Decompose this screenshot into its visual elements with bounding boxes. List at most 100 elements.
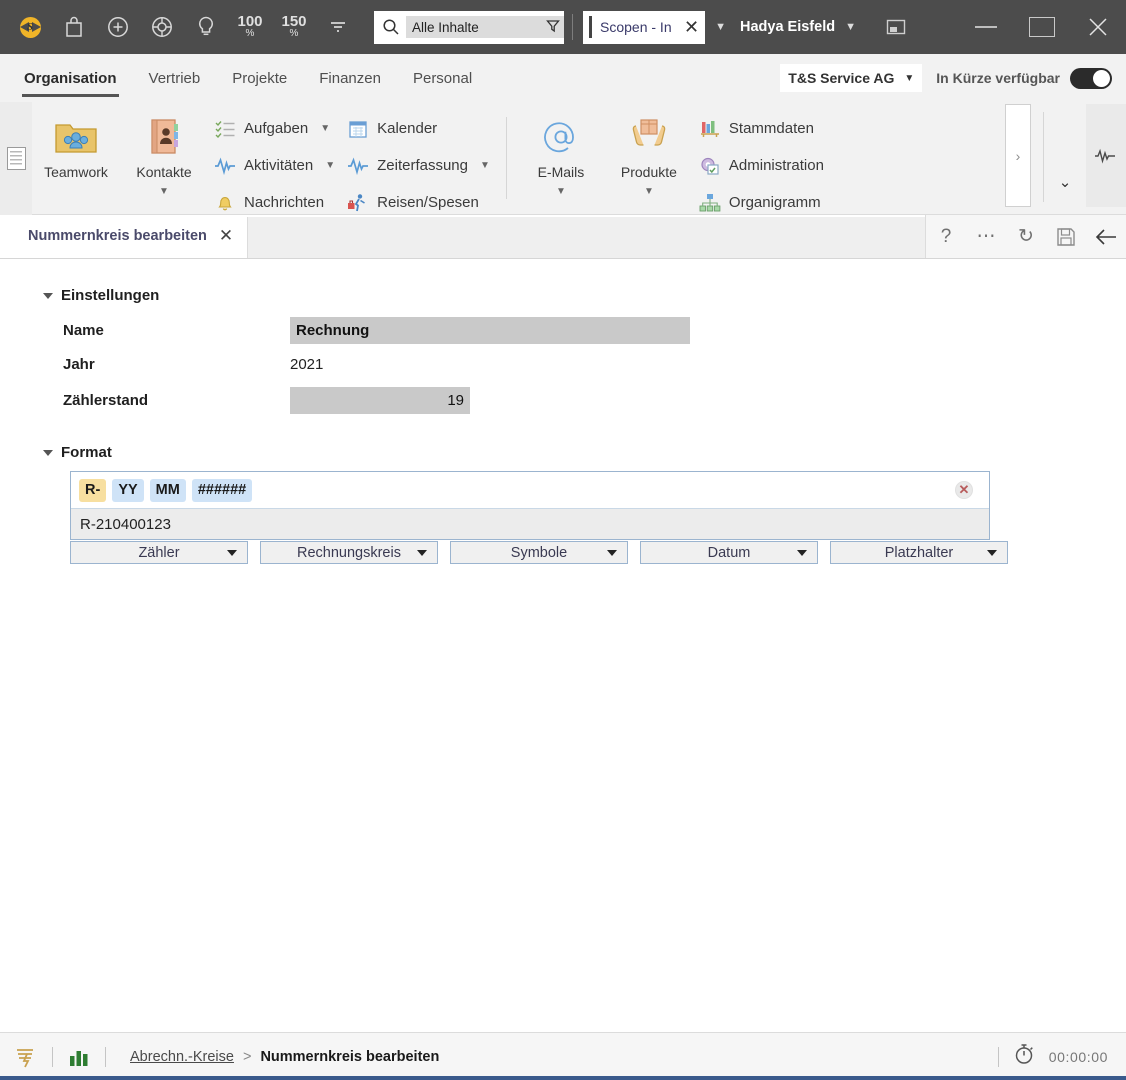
tab-vertrieb[interactable]: Vertrieb [133, 55, 217, 101]
section-title-einstellungen: Einstellungen [61, 287, 160, 304]
more-options-icon[interactable]: ⋯ [966, 225, 1006, 248]
status-separator [997, 1046, 999, 1067]
ribbon-button-produkte-label: Produkte [620, 164, 677, 180]
ribbon-expand-button[interactable]: ⌄ [1044, 102, 1086, 205]
administration-gear-icon [699, 155, 721, 177]
ribbon-item-zeiterfassung[interactable]: Zeiterfassung ▼ [341, 147, 496, 184]
ribbon-button-emails[interactable]: E-Mails ▼ [517, 102, 605, 197]
filter-icon[interactable] [546, 19, 560, 36]
format-token-year[interactable]: YY [112, 478, 144, 502]
tab-projekte[interactable]: Projekte [216, 55, 303, 101]
ribbon-item-kalender[interactable]: Kalender [341, 110, 496, 147]
document-dropdown-icon[interactable]: ▼ [715, 21, 726, 33]
lifebuoy-icon[interactable] [140, 7, 184, 47]
availability-toggle[interactable] [1070, 67, 1112, 89]
help-icon[interactable]: ? [926, 226, 966, 248]
user-menu-caret-icon[interactable]: ▼ [845, 21, 856, 33]
ribbon-button-emails-label: E-Mails [537, 164, 585, 180]
close-icon[interactable]: ✕ [219, 226, 233, 246]
restore-window-icon[interactable] [874, 7, 918, 47]
ribbon-item-stammdaten[interactable]: Stammdaten [693, 110, 830, 147]
ribbon-item-aktivitaeten[interactable]: Aktivitäten ▼ [208, 147, 341, 184]
dropdown-button-datum-label: Datum [707, 544, 751, 561]
format-token-prefix[interactable]: R- [79, 478, 107, 502]
chevron-down-icon: ▼ [904, 72, 915, 84]
section-header-einstellungen[interactable]: Einstellungen [43, 287, 159, 304]
zoom-100-button[interactable]: 100 % [228, 7, 272, 47]
user-name-label: Hadya Eisfeld [739, 19, 836, 35]
lightbulb-icon[interactable] [184, 7, 228, 47]
tab-personal[interactable]: Personal [397, 55, 488, 101]
tenant-selector[interactable]: T&S Service AG ▼ [780, 64, 923, 92]
format-token-list[interactable]: R- YY MM ###### ✕ [71, 472, 989, 508]
refresh-icon[interactable]: ↻ [1006, 225, 1046, 248]
maximize-button[interactable] [1014, 0, 1070, 54]
format-token-month[interactable]: MM [149, 478, 186, 502]
dropdown-button-platzhalter-label: Platzhalter [884, 544, 954, 561]
document-close-icon[interactable]: ✕ [684, 17, 701, 38]
app-logo[interactable]: S [8, 7, 52, 47]
ribbon-item-aufgaben[interactable]: Aufgaben ▼ [208, 110, 341, 147]
zoom-100-symbol: % [245, 28, 255, 40]
format-preview: R-210400123 [71, 508, 989, 539]
section-header-format[interactable]: Format [43, 444, 112, 461]
chevron-down-icon[interactable]: ▼ [644, 186, 654, 197]
format-token-counter[interactable]: ###### [191, 478, 253, 502]
chevron-down-icon[interactable]: ▼ [480, 160, 490, 171]
dropdown-button-zaehler[interactable]: Zähler [70, 541, 248, 564]
delete-token-icon[interactable]: ✕ [955, 481, 973, 499]
tab-organisation[interactable]: Organisation [8, 55, 133, 101]
breadcrumb-link-abrechnungskreise[interactable]: Abrechn.-Kreise [130, 1049, 234, 1065]
org-chart-icon [699, 192, 721, 214]
field-row-jahr: Jahr 2021 [0, 346, 1000, 382]
chevron-down-icon [797, 549, 807, 556]
doc-tab-nummernkreis-bearbeiten[interactable]: Nummernkreis bearbeiten ✕ [0, 215, 248, 258]
stopwatch-icon[interactable] [1013, 1043, 1035, 1070]
format-editor[interactable]: R- YY MM ###### ✕ R-210400123 [70, 471, 990, 540]
chevron-down-icon[interactable]: ▼ [320, 123, 330, 134]
script-lightning-icon[interactable] [0, 1045, 52, 1069]
ribbon-button-produkte[interactable]: Produkte ▼ [605, 102, 693, 197]
travel-expenses-icon [347, 192, 369, 214]
overflow-caret-icon[interactable] [316, 7, 360, 47]
minimize-button[interactable] [958, 0, 1014, 54]
dropdown-button-symbole-label: Symbole [510, 544, 568, 561]
dropdown-button-platzhalter[interactable]: Platzhalter [830, 541, 1008, 564]
zoom-150-button[interactable]: 150 % [272, 7, 316, 47]
title-bar: S 100 % 150 % Alle Inhalte Scopen - In ✕… [0, 0, 1126, 54]
chevron-down-icon[interactable]: ▼ [159, 186, 169, 197]
breadcrumb-current: Nummernkreis bearbeiten [260, 1048, 440, 1065]
ribbon-item-aufgaben-label: Aufgaben [244, 120, 309, 137]
chevron-down-icon[interactable]: ▼ [325, 160, 335, 171]
plus-circle-icon[interactable] [96, 7, 140, 47]
ribbon-item-administration[interactable]: Administration [693, 147, 830, 184]
search-input[interactable]: Alle Inhalte [406, 16, 564, 38]
dropdown-button-symbole[interactable]: Symbole [450, 541, 628, 564]
close-button[interactable] [1070, 0, 1126, 54]
tab-finanzen[interactable]: Finanzen [303, 55, 397, 101]
chevron-down-icon[interactable]: ▼ [556, 186, 566, 197]
dropdown-button-datum[interactable]: Datum [640, 541, 818, 564]
search-box[interactable]: Alle Inhalte [374, 10, 564, 44]
ribbon-button-kontakte[interactable]: Kontakte ▼ [120, 102, 208, 197]
back-arrow-icon[interactable] [1086, 228, 1126, 246]
dropdown-button-rechnungskreis[interactable]: Rechnungskreis [260, 541, 438, 564]
settings-fields: Name Rechnung Jahr 2021 Zählerstand 19 [0, 314, 1000, 418]
bar-chart-icon[interactable] [53, 1047, 105, 1067]
bag-icon[interactable] [52, 7, 96, 47]
document-title-chip[interactable]: Scopen - In ✕ [583, 10, 706, 44]
field-input-name[interactable]: Rechnung [290, 316, 690, 344]
save-icon[interactable] [1046, 227, 1086, 247]
field-input-zaehlerstand[interactable]: 19 [290, 386, 470, 414]
pulse-icon[interactable] [1086, 104, 1126, 207]
field-label-name: Name [63, 321, 104, 339]
ribbon-scroll-right-button[interactable]: › [1005, 104, 1031, 207]
status-bar: Abrechn.-Kreise > Nummernkreis bearbeite… [0, 1032, 1126, 1080]
chevron-down-icon [417, 549, 427, 556]
teamwork-folder-icon [53, 112, 99, 162]
ribbon-button-teamwork[interactable]: Teamwork [32, 102, 120, 180]
ribbon-item-kalender-label: Kalender [377, 120, 438, 137]
ribbon-launcher-icon[interactable] [0, 102, 32, 215]
zoom-100-value: 100 [237, 13, 263, 31]
ribbon-item-aktivitaeten-label: Aktivitäten [244, 157, 314, 174]
